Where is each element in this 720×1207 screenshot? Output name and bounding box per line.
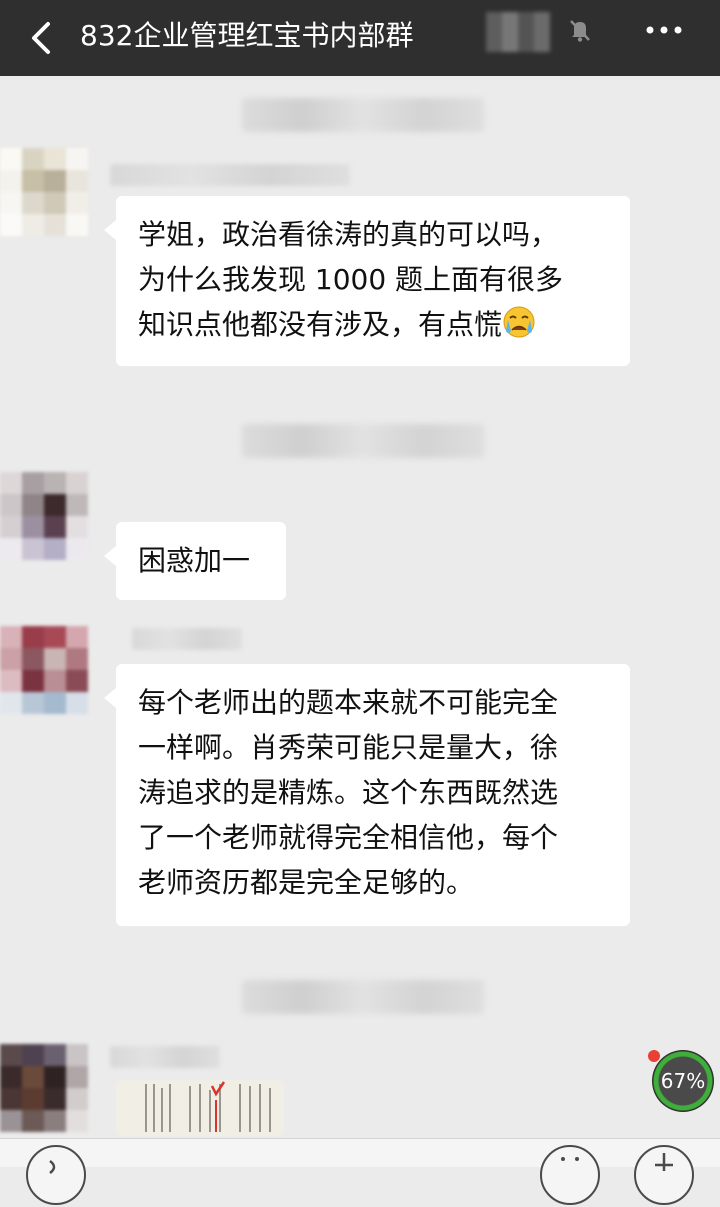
avatar[interactable] xyxy=(0,626,88,714)
more-dots-icon xyxy=(646,26,682,34)
add-button[interactable] xyxy=(634,1145,694,1205)
notification-dot xyxy=(648,1050,660,1062)
blurred-timestamp xyxy=(242,98,484,132)
message-line: 一样啊。肖秀荣可能只是量大，徐 xyxy=(138,731,559,764)
blurred-sender-name xyxy=(132,628,242,650)
chat-title: 832企业管理红宝书内部群 xyxy=(80,19,414,52)
more-options-button[interactable] xyxy=(642,18,686,42)
chat-header: 832企业管理红宝书内部群 xyxy=(0,0,720,76)
smiley-icon xyxy=(561,1157,579,1161)
message-bubble[interactable]: 学姐，政治看徐涛的真的可以吗， 为什么我发现 1000 题上面有很多 知识点他都… xyxy=(104,196,630,366)
chevron-left-icon xyxy=(32,22,50,54)
progress-badge[interactable]: 67% xyxy=(652,1050,714,1112)
voice-button[interactable] xyxy=(26,1145,86,1205)
plus-icon xyxy=(655,1153,673,1171)
message-line: 每个老师出的题本来就不可能完全 xyxy=(138,686,559,719)
avatar[interactable] xyxy=(0,472,88,560)
message-line: 困惑加一 xyxy=(138,544,251,577)
voice-icon xyxy=(49,1160,56,1174)
message-line: 了一个老师就得完全相信他，每个 xyxy=(138,821,559,854)
blurred-member-count xyxy=(486,12,550,52)
avatar[interactable] xyxy=(0,148,88,236)
crying-face-icon xyxy=(503,306,535,338)
message-line-with-emoji: 知识点他都没有涉及，有点慌 xyxy=(138,302,608,347)
blurred-timestamp xyxy=(242,980,484,1014)
blurred-sender-name xyxy=(110,1046,220,1068)
message-line: 涛追求的是精炼。这个东西既然选 xyxy=(138,776,559,809)
blurred-timestamp xyxy=(242,424,484,458)
image-message-thumbnail[interactable] xyxy=(116,1080,284,1136)
message-bubble[interactable]: 困惑加一 xyxy=(104,522,286,600)
avatar[interactable] xyxy=(0,1044,88,1132)
message-text: 知识点他都没有涉及，有点慌 xyxy=(138,308,503,341)
message-line: 为什么我发现 1000 题上面有很多 xyxy=(138,263,564,296)
input-bar xyxy=(0,1138,720,1205)
message-line: 学姐，政治看徐涛的真的可以吗， xyxy=(138,218,559,251)
document-photo-icon xyxy=(116,1080,284,1136)
emoji-button[interactable] xyxy=(540,1145,600,1205)
blurred-sender-name xyxy=(110,164,350,186)
bell-muted-icon xyxy=(566,16,594,44)
message-bubble[interactable]: 每个老师出的题本来就不可能完全 一样啊。肖秀荣可能只是量大，徐 涛追求的是精炼。… xyxy=(104,664,630,926)
back-button[interactable] xyxy=(24,14,64,62)
message-line: 老师资历都是完全足够的。 xyxy=(138,866,475,899)
